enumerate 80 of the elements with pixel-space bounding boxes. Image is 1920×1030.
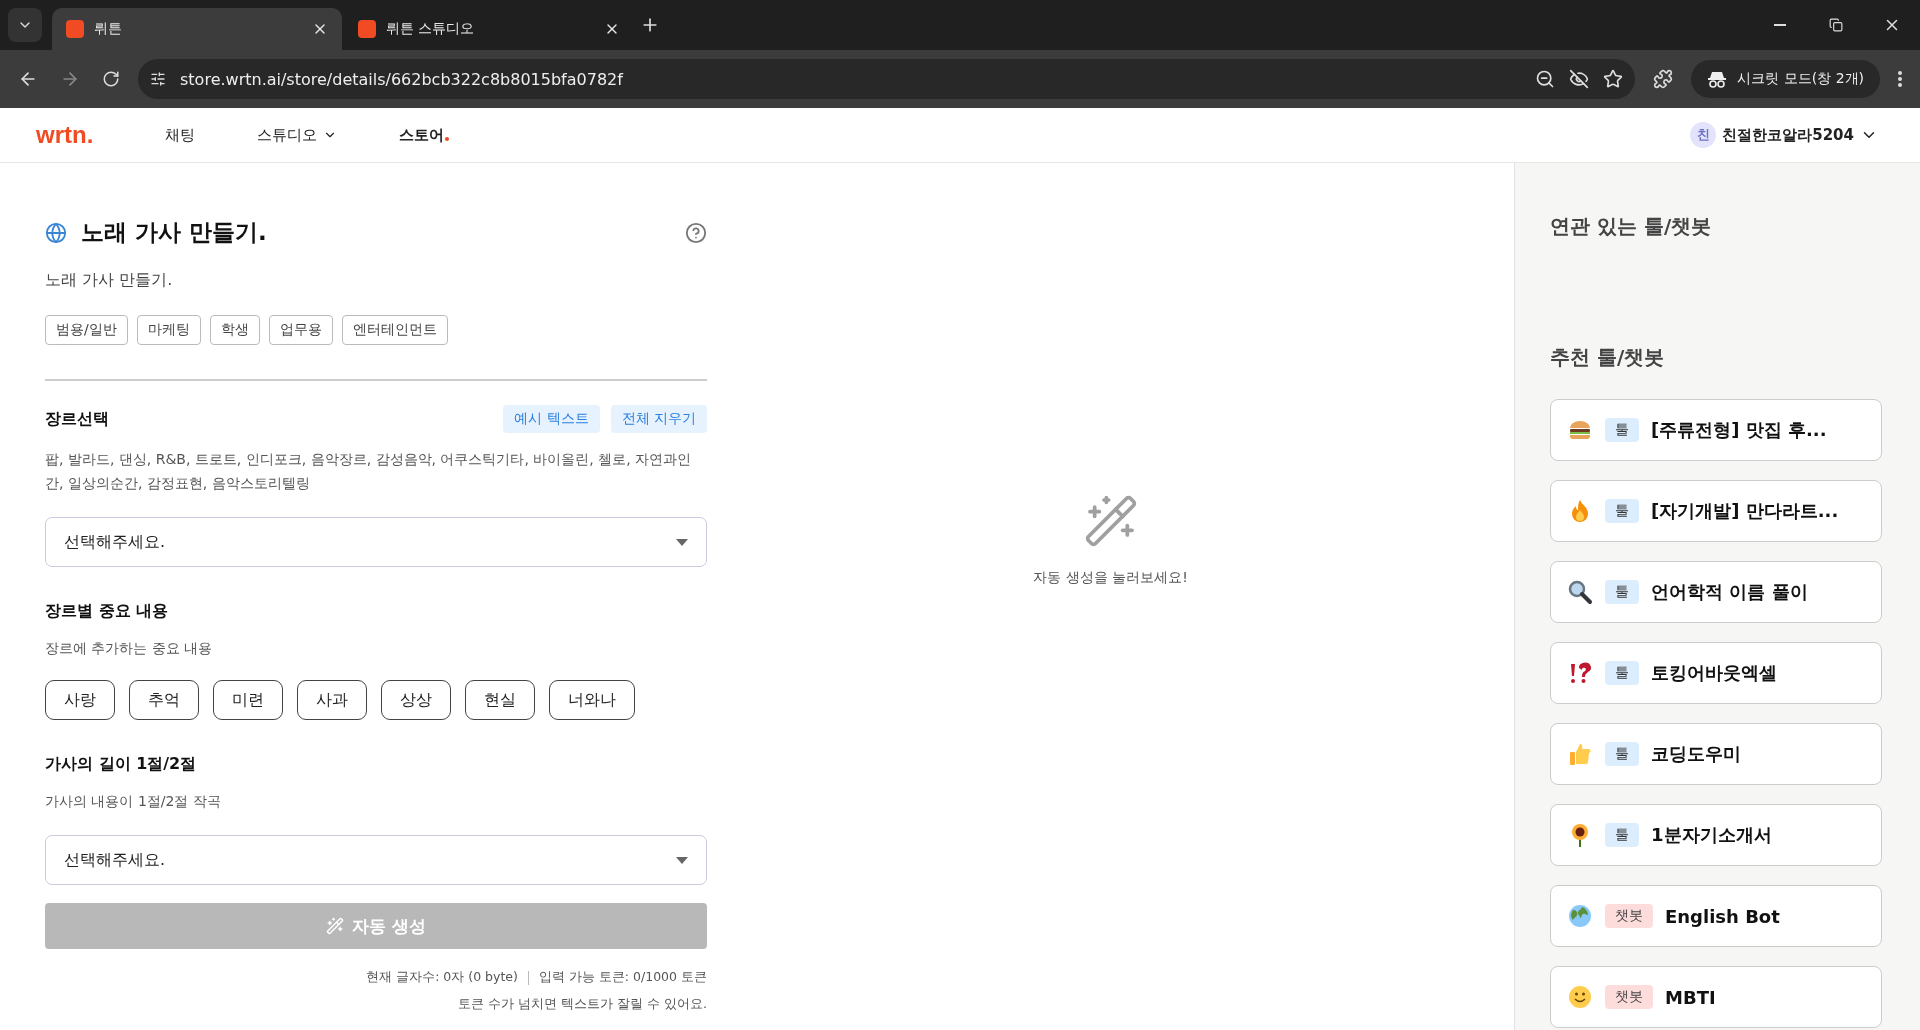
category-tag: 학생 [209,315,260,345]
recommendation-card[interactable]: 챗봇 English Bot [1550,885,1882,947]
field-hint: 가사의 내용이 1절/2절 작곡 [45,792,222,811]
type-badge: 툴 [1605,823,1639,847]
field-label: 가사의 길이 1절/2절 [45,754,198,775]
nav-link[interactable]: 채팅 [165,125,196,145]
token-count: 입력 가능 토큰: 0/1000 토큰 [538,969,707,986]
recommendation-card[interactable]: 툴 1분자기소개서 [1550,804,1882,866]
type-badge: 툴 [1605,742,1639,766]
recommendation-card[interactable]: 툴 [주류전형] 맛집 후... [1550,399,1882,461]
keyword-chip[interactable]: 추억 [129,680,199,720]
eye-off-icon[interactable] [1569,69,1590,89]
browser-tab[interactable]: 뤼튼 [52,8,342,50]
field-label: 장르선택 [45,408,110,430]
tab-list-button[interactable] [8,8,42,42]
section-heading: 추천 툴/챗봇 [1550,344,1666,371]
keyword-chip[interactable]: 현실 [465,680,535,720]
action-button[interactable]: 전체 지우기 [610,405,707,433]
site-favicon-icon [66,20,84,38]
field-hint: 장르에 추가하는 중요 내용 [45,639,214,658]
site-favicon-icon [358,20,376,38]
recommendation-card[interactable]: 툴 토킹어바웃엑셀 [1550,642,1882,704]
magnifier-icon [1567,579,1593,605]
reload-icon [102,70,120,88]
character-count: 현재 글자수: 0자 (0 byte) [366,969,518,986]
minimize-icon [1774,24,1786,26]
select-field[interactable]: 선택해주세요. [45,517,707,567]
magic-wand-icon [326,917,345,935]
thumbs-up-icon [1567,741,1593,767]
globe-icon [45,221,67,244]
dropdown-caret-icon [676,856,688,864]
help-icon[interactable] [685,221,707,244]
keyword-chip[interactable]: 사랑 [45,680,115,720]
recommendation-card[interactable]: 챗봇 MBTI [1550,966,1882,1028]
incognito-profile-button[interactable]: 시크릿 모드(창 2개) [1691,60,1880,98]
field-label: 장르별 중요 내용 [45,601,170,622]
dropdown-caret-icon [676,538,688,546]
puzzle-icon [1653,69,1674,89]
category-tag: 범용/일반 [45,315,128,345]
type-badge: 툴 [1605,580,1639,604]
type-badge: 챗봇 [1605,985,1653,1009]
field-hint: 팝, 발라드, 댄싱, R&B, 트로트, 인디포크, 음악장르, 감성음악, 어쿠스틱기타, 바이올린, 첼로, 자연과인간, 일상의순간, 감정표현, 음악스토리텔링 [45,450,693,493]
type-badge: 툴 [1605,661,1639,685]
user-avatar: 친 [1690,122,1717,148]
category-tag: 업무용 [268,315,333,345]
zoom-icon[interactable] [1535,69,1556,89]
select-field[interactable]: 선택해주세요. [45,835,707,885]
url-text: store.wrtn.ai/store/details/662bcb322c8b8015bfa0782f [180,69,625,89]
token-warning: 토큰 수가 넘치면 텍스트가 잘릴 수 있어요. [457,996,707,1013]
nav-link[interactable]: 스튜디오 [257,125,338,145]
restore-icon [1829,18,1843,32]
recommendation-card[interactable]: 툴 코딩도우미 [1550,723,1882,785]
action-button[interactable]: 예시 텍스트 [503,405,600,433]
type-badge: 툴 [1605,418,1639,442]
type-badge: 툴 [1605,499,1639,523]
keyword-chip[interactable]: 너와나 [549,680,635,720]
tool-description: 노래 가사 만들기. [45,270,174,291]
empty-result-message: 자동 생성을 눌러보세요! [1033,569,1188,587]
keyword-chip[interactable]: 미련 [213,680,283,720]
category-tag: 마케팅 [136,315,201,345]
active-dot [445,136,450,141]
globe-icon [1567,903,1593,929]
site-info-icon[interactable] [150,71,166,87]
address-bar[interactable]: store.wrtn.ai/store/details/662bcb322c8b8015bfa0782f [138,59,1636,99]
section-heading: 연관 있는 툴/챗봇 [1550,213,1713,240]
bookmark-star-icon[interactable] [1603,69,1624,89]
menu-icon [1898,71,1902,87]
tool-title: 노래 가사 만들기. [81,218,268,247]
smiley-icon [1567,984,1593,1010]
type-badge: 챗봇 [1605,904,1653,928]
recommendation-card[interactable]: 툴 [자기개발] 만다라트... [1550,480,1882,542]
wrtn-logo[interactable]: wrtn. [36,121,94,149]
keyword-chip[interactable]: 상상 [381,680,451,720]
incognito-icon [1707,70,1728,88]
nav-link[interactable]: 스토어 [399,125,450,145]
browser-tab[interactable]: 뤼튼 스튜디오 [344,8,634,50]
user-menu-button[interactable]: 친 친절한코알라5204 [1684,121,1884,149]
category-tag: 엔터테인먼트 [341,315,448,345]
keyword-chip[interactable]: 사과 [297,680,367,720]
recommendation-card[interactable]: 툴 언어학적 이름 풀이 [1550,561,1882,623]
